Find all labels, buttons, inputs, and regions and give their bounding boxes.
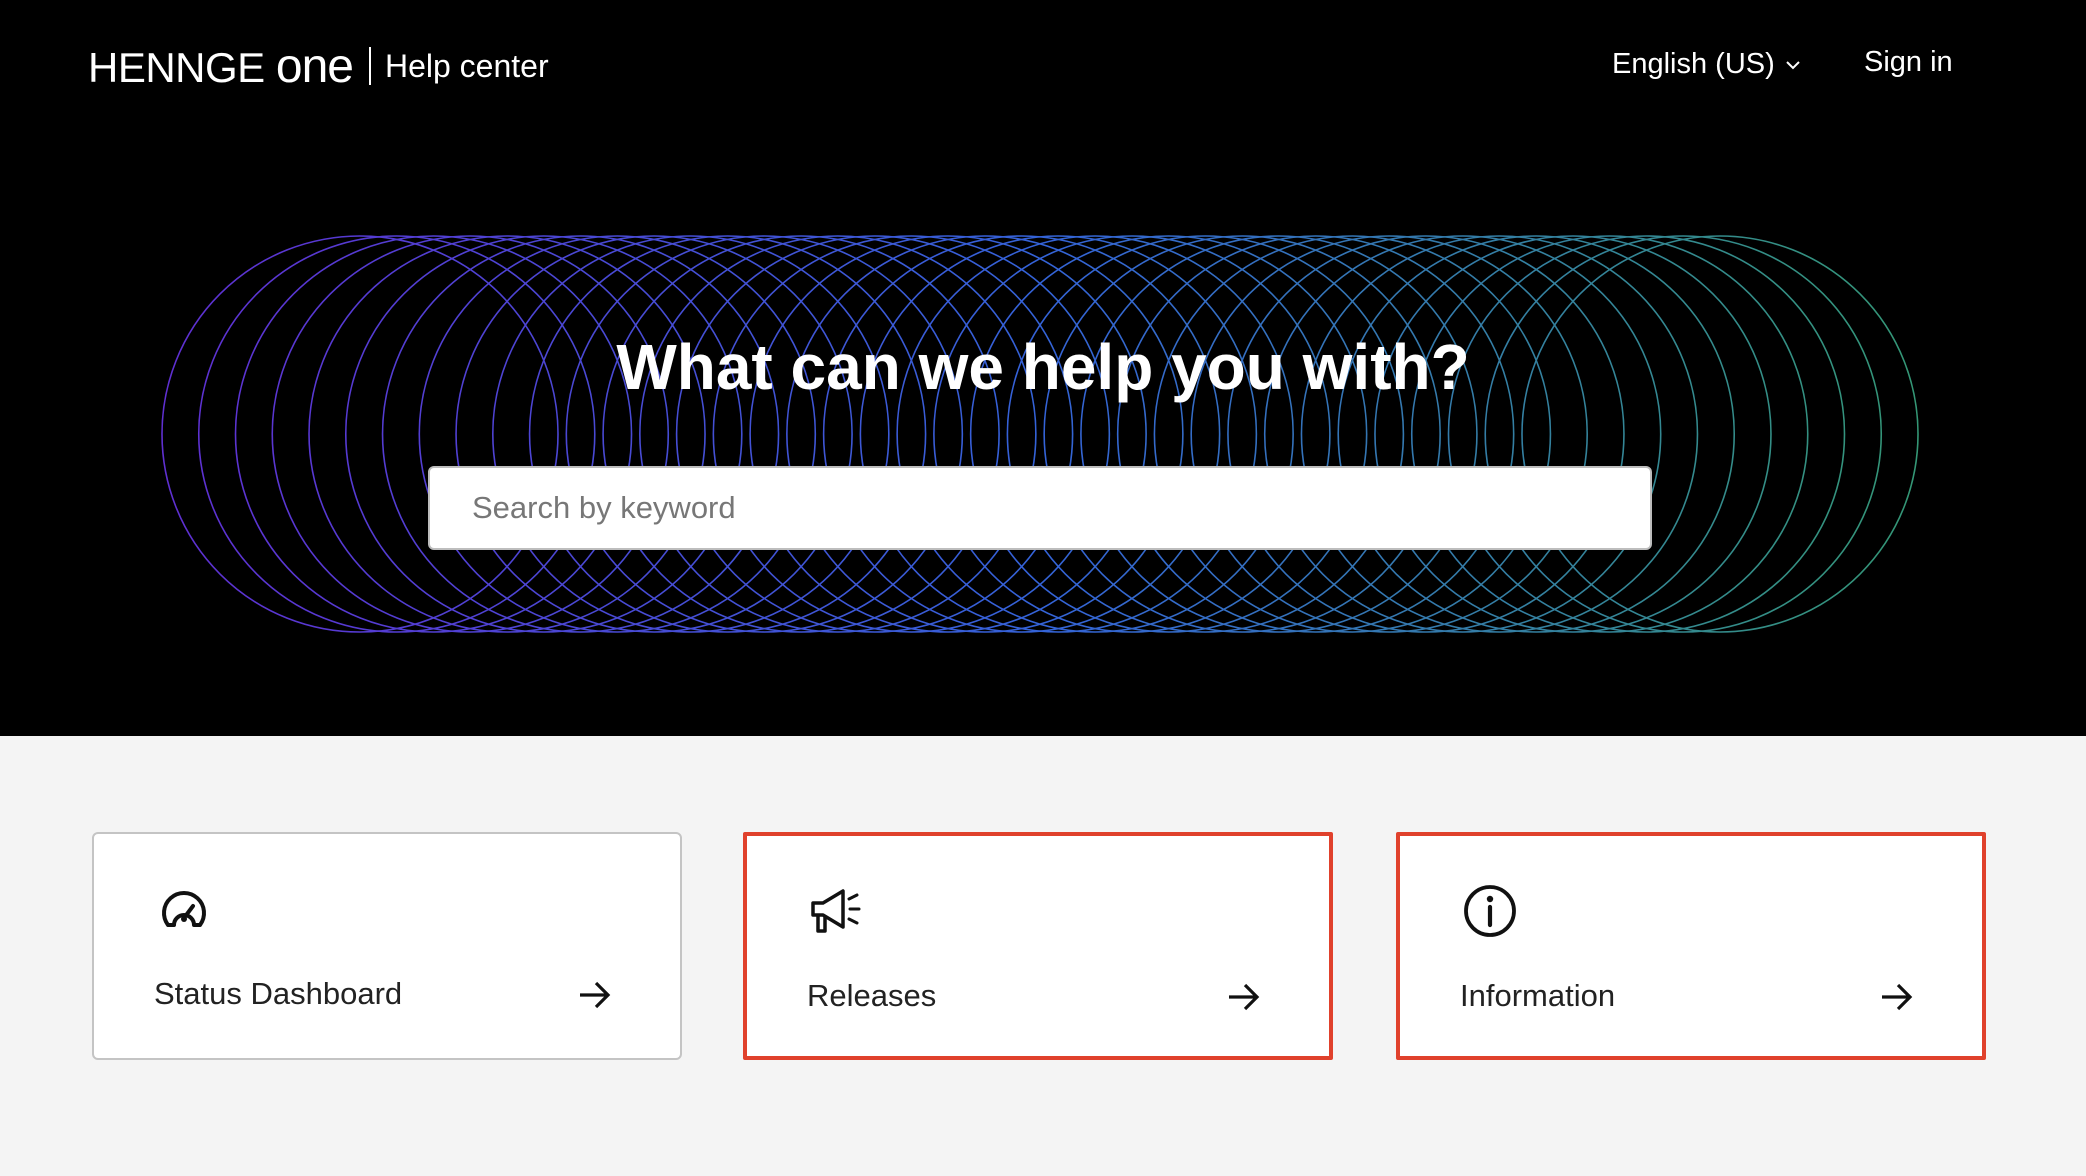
decorative-ring bbox=[859, 235, 1258, 633]
top-navigation: HENNGE one Help center English (US) Sign… bbox=[0, 0, 2086, 130]
decorative-ring bbox=[308, 235, 706, 633]
decorative-ring bbox=[528, 235, 927, 633]
decorative-ring bbox=[712, 235, 1111, 633]
decorative-ring bbox=[675, 235, 1074, 633]
hero-section: HENNGE one Help center English (US) Sign… bbox=[0, 0, 2086, 736]
chevron-down-icon bbox=[1786, 60, 1800, 69]
decorative-ring bbox=[1190, 235, 1588, 633]
decorative-ring bbox=[1043, 235, 1441, 633]
decorative-ring bbox=[197, 235, 596, 633]
card-information[interactable]: Information bbox=[1396, 832, 1986, 1060]
decorative-ring bbox=[1300, 235, 1699, 633]
sign-in-link[interactable]: Sign in bbox=[1864, 46, 1953, 79]
hero-title: What can we help you with? bbox=[616, 331, 1470, 403]
megaphone-icon bbox=[811, 889, 861, 933]
decorative-ring bbox=[1227, 235, 1625, 633]
decorative-ring bbox=[969, 235, 1368, 633]
decorative-ring bbox=[896, 235, 1294, 633]
decorative-ring bbox=[565, 235, 964, 633]
card-label: Information bbox=[1460, 978, 1616, 1013]
decorative-ring bbox=[1521, 235, 1919, 633]
decorative-ring bbox=[1153, 235, 1552, 633]
decorative-ring bbox=[455, 235, 853, 633]
decorative-ring bbox=[1263, 235, 1662, 633]
search-box[interactable] bbox=[428, 466, 1652, 550]
decorative-ring bbox=[749, 235, 1147, 633]
decorative-ring bbox=[822, 235, 1221, 633]
brand-subtitle[interactable]: Help center bbox=[385, 48, 549, 85]
brand-divider bbox=[368, 47, 371, 85]
language-label: English (US) bbox=[1612, 48, 1775, 80]
decorative-ring bbox=[1410, 235, 1809, 633]
decorative-ring bbox=[381, 235, 780, 633]
arrow-right-icon bbox=[1882, 983, 1913, 1011]
search-input[interactable] bbox=[430, 468, 1650, 548]
card-status-dashboard[interactable]: Status Dashboard bbox=[92, 832, 682, 1060]
henngeone-logo[interactable]: HENNGE one bbox=[88, 39, 354, 94]
decorative-ring bbox=[1116, 235, 1515, 633]
card-label: Status Dashboard bbox=[154, 976, 403, 1011]
speedometer-icon bbox=[162, 891, 206, 927]
decorative-ring bbox=[344, 235, 743, 633]
brand[interactable]: HENNGE one Help center bbox=[88, 39, 549, 94]
card-releases[interactable]: Releases bbox=[743, 832, 1333, 1060]
decorative-ring bbox=[492, 235, 890, 633]
decorative-ring bbox=[161, 235, 559, 633]
decorative-ring bbox=[1374, 235, 1772, 633]
decorative-ring bbox=[1447, 235, 1846, 633]
arrow-right-icon bbox=[580, 981, 611, 1009]
decorative-ring bbox=[271, 235, 670, 633]
info-icon bbox=[1464, 885, 1516, 937]
decorative-ring bbox=[602, 235, 1000, 633]
decorative-ring bbox=[1484, 235, 1883, 633]
decorative-ring bbox=[639, 235, 1037, 633]
decorative-ring bbox=[1006, 235, 1405, 633]
decorative-ring bbox=[1080, 235, 1478, 633]
language-selector[interactable]: English (US) bbox=[1612, 48, 1801, 81]
arrow-right-icon bbox=[1229, 983, 1260, 1011]
decorative-ring bbox=[933, 235, 1331, 633]
decorative-ring bbox=[1337, 235, 1736, 633]
decorative-ring bbox=[234, 235, 633, 633]
card-label: Releases bbox=[807, 978, 937, 1013]
decorative-ring bbox=[418, 235, 817, 633]
decorative-ring bbox=[786, 235, 1184, 633]
